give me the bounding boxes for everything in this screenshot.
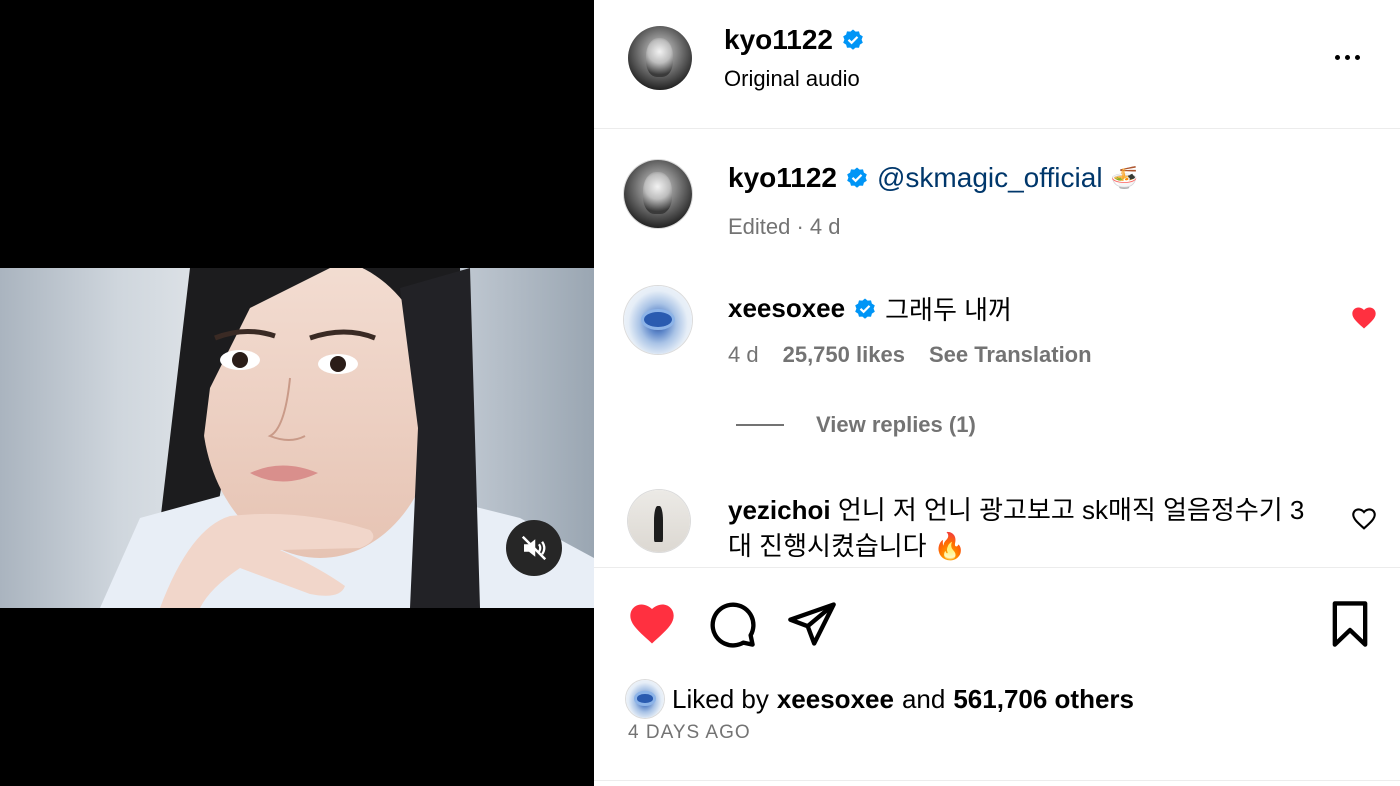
- portrait-illustration: [100, 268, 594, 608]
- mute-toggle-button[interactable]: [506, 520, 562, 576]
- see-translation-link[interactable]: See Translation: [929, 342, 1092, 368]
- comment-text: 그래두 내꺼: [885, 295, 1012, 325]
- comment-age: 4 d: [728, 342, 759, 367]
- paper-plane-icon[interactable]: [786, 598, 838, 650]
- liked-by-others[interactable]: 561,706 others: [953, 684, 1134, 715]
- liked-by-prefix: Liked by: [672, 683, 769, 714]
- comment-heart-icon[interactable]: [1350, 304, 1378, 332]
- post-header: kyo1122 Original audio: [594, 0, 1400, 129]
- caption-author-avatar[interactable]: [624, 160, 692, 228]
- speaker-muted-icon: [521, 535, 547, 561]
- comment-author[interactable]: xeesoxee: [728, 293, 845, 324]
- commenter-avatar[interactable]: [628, 490, 690, 552]
- comment-bubble-icon[interactable]: [706, 598, 758, 650]
- author-name-row: kyo1122: [724, 24, 865, 56]
- view-replies-label: View replies (1): [816, 412, 976, 437]
- caption: kyo1122 @skmagic_official 🍜: [728, 162, 1138, 194]
- comment: xeesoxee 그래두 내꺼: [728, 290, 1012, 327]
- liked-by-user[interactable]: xeesoxee: [777, 684, 894, 715]
- caption-mention-link[interactable]: @skmagic_official: [877, 162, 1103, 194]
- comment-author[interactable]: yezichoi: [728, 495, 831, 525]
- more-dots-icon: [1334, 54, 1340, 60]
- author-avatar[interactable]: [628, 26, 692, 90]
- caption-author[interactable]: kyo1122: [728, 162, 837, 194]
- liked-by-avatar: [626, 680, 664, 718]
- verified-badge-icon: [843, 29, 863, 50]
- verified-badge-icon: [847, 167, 867, 188]
- comment-heart-outline-icon[interactable]: [1350, 505, 1378, 533]
- caption-emoji: 🍜: [1110, 165, 1138, 190]
- more-options-button[interactable]: [1324, 42, 1370, 72]
- heart-icon[interactable]: [626, 598, 678, 650]
- action-bar: Liked by xeesoxee and 561,706 others 4 D…: [594, 567, 1400, 781]
- post-photo: [0, 268, 594, 608]
- replies-divider: [736, 424, 784, 426]
- comment-likes-link[interactable]: 25,750 likes: [783, 342, 905, 368]
- liked-by-summary[interactable]: Liked by xeesoxee and 561,706 others: [626, 680, 1134, 718]
- post-details-panel: kyo1122 Original audio kyo1122 @skmagic_…: [594, 0, 1400, 786]
- author-username[interactable]: kyo1122: [724, 24, 833, 56]
- audio-label[interactable]: Original audio: [724, 66, 860, 92]
- post-date: 4 DAYS AGO: [628, 722, 751, 743]
- bookmark-icon[interactable]: [1324, 598, 1376, 650]
- comment-emoji: 🔥: [933, 531, 967, 561]
- view-replies-button[interactable]: View replies (1): [736, 412, 976, 438]
- comment: yezichoi 언니 저 언니 광고보고 sk매직 얼음정수기 3대 진행시켰…: [728, 492, 1328, 564]
- media-viewer[interactable]: [0, 0, 594, 786]
- comment-meta: 4 d 25,750 likes See Translation: [728, 342, 1092, 368]
- more-dots-icon: [1344, 54, 1350, 60]
- caption-meta: Edited · 4 d: [728, 214, 841, 239]
- verified-badge-icon: [855, 298, 875, 319]
- liked-by-joiner: and: [901, 683, 946, 714]
- commenter-avatar[interactable]: [624, 286, 692, 354]
- more-dots-icon: [1354, 54, 1360, 60]
